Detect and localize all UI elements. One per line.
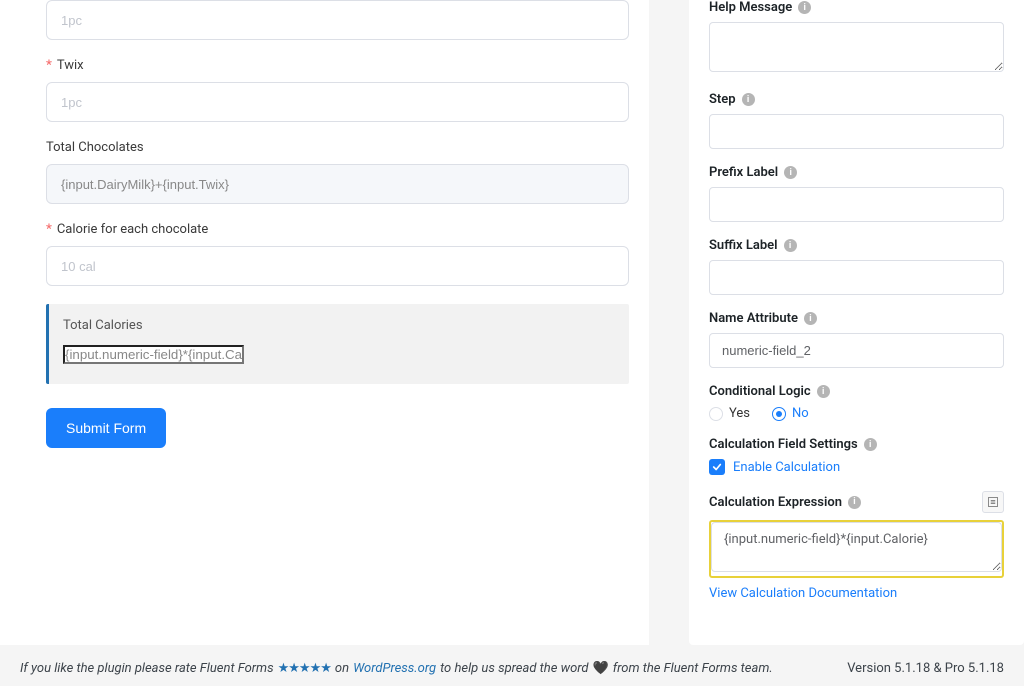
footer-text-mid: to help us spread the word bbox=[440, 661, 588, 676]
info-icon[interactable]: i bbox=[742, 93, 755, 106]
form-field-calorie-each: * Calorie for each chocolate bbox=[46, 222, 629, 286]
conditional-logic-option: Conditional Logic i Yes No bbox=[709, 384, 1004, 421]
calculation-expression-option: Calculation Expression i View Calculatio… bbox=[709, 491, 1004, 601]
enable-calculation-checkbox[interactable]: Enable Calculation bbox=[709, 459, 1004, 475]
required-asterisk: * bbox=[46, 58, 52, 73]
prefix-label-option: Prefix Label i bbox=[709, 165, 1004, 222]
step-option: Step i bbox=[709, 92, 1004, 149]
submit-button[interactable]: Submit Form bbox=[46, 408, 166, 448]
form-field-total-calories-selected[interactable]: Total Calories bbox=[46, 304, 629, 384]
step-label: Step bbox=[709, 92, 736, 107]
checkbox-checked-icon bbox=[709, 459, 725, 475]
conditional-logic-yes-radio[interactable]: Yes bbox=[709, 406, 750, 421]
name-attribute-option: Name Attribute i bbox=[709, 311, 1004, 368]
suffix-label-label: Suffix Label bbox=[709, 238, 778, 253]
footer-text-on: on bbox=[335, 661, 349, 676]
name-attribute-label: Name Attribute bbox=[709, 311, 798, 326]
info-icon[interactable]: i bbox=[784, 166, 797, 179]
help-message-label: Help Message bbox=[709, 0, 792, 15]
shortcode-picker-button[interactable] bbox=[982, 491, 1004, 513]
suffix-label-option: Suffix Label i bbox=[709, 238, 1004, 295]
suffix-label-input[interactable] bbox=[709, 260, 1004, 295]
heart-icon: 🖤 bbox=[593, 661, 609, 676]
conditional-logic-no-radio[interactable]: No bbox=[772, 406, 809, 421]
prefix-label-label: Prefix Label bbox=[709, 165, 778, 180]
footer: If you like the plugin please rate Fluen… bbox=[0, 645, 1024, 686]
calc-expression-label: Calculation Expression bbox=[709, 495, 842, 510]
calorie-each-input[interactable] bbox=[46, 246, 629, 286]
info-icon[interactable]: i bbox=[817, 385, 830, 398]
prefix-label-input[interactable] bbox=[709, 187, 1004, 222]
help-message-option: Help Message i bbox=[709, 0, 1004, 76]
total-chocolates-input[interactable] bbox=[46, 164, 629, 204]
stars-icon[interactable]: ★★★★★ bbox=[278, 661, 331, 676]
help-message-textarea[interactable] bbox=[709, 22, 1004, 72]
calculation-field-settings-option: Calculation Field Settings i Enable Calc… bbox=[709, 437, 1004, 475]
info-icon[interactable]: i bbox=[848, 496, 861, 509]
info-icon[interactable]: i bbox=[798, 1, 811, 14]
footer-text-suffix: from the Fluent Forms team. bbox=[613, 661, 773, 676]
form-field-dairymilk bbox=[46, 0, 629, 40]
calc-expression-textarea[interactable] bbox=[711, 522, 1002, 572]
total-calories-input[interactable] bbox=[63, 345, 244, 364]
calc-settings-label: Calculation Field Settings bbox=[709, 437, 858, 452]
step-input[interactable] bbox=[709, 114, 1004, 149]
total-calories-label: Total Calories bbox=[63, 318, 615, 333]
name-attribute-input[interactable] bbox=[709, 333, 1004, 368]
info-icon[interactable]: i bbox=[804, 312, 817, 325]
footer-text-prefix: If you like the plugin please rate Fluen… bbox=[20, 661, 274, 676]
required-asterisk: * bbox=[46, 222, 52, 237]
form-field-twix: * Twix bbox=[46, 58, 629, 122]
calculation-documentation-link[interactable]: View Calculation Documentation bbox=[709, 586, 897, 601]
calorie-each-label: Calorie for each chocolate bbox=[57, 222, 209, 237]
info-icon[interactable]: i bbox=[784, 239, 797, 252]
twix-input[interactable] bbox=[46, 82, 629, 122]
field-settings-panel: Help Message i Step i Prefix Label i Suf… bbox=[689, 0, 1024, 645]
info-icon[interactable]: i bbox=[864, 438, 877, 451]
wordpress-org-link[interactable]: WordPress.org bbox=[353, 661, 436, 676]
twix-label: Twix bbox=[57, 58, 84, 73]
form-field-total-chocolates: Total Chocolates bbox=[46, 140, 629, 204]
conditional-logic-label: Conditional Logic bbox=[709, 384, 811, 399]
total-chocolates-label: Total Chocolates bbox=[46, 140, 144, 155]
version-text: Version 5.1.18 & Pro 5.1.18 bbox=[847, 661, 1004, 676]
dairymilk-input[interactable] bbox=[46, 0, 629, 40]
